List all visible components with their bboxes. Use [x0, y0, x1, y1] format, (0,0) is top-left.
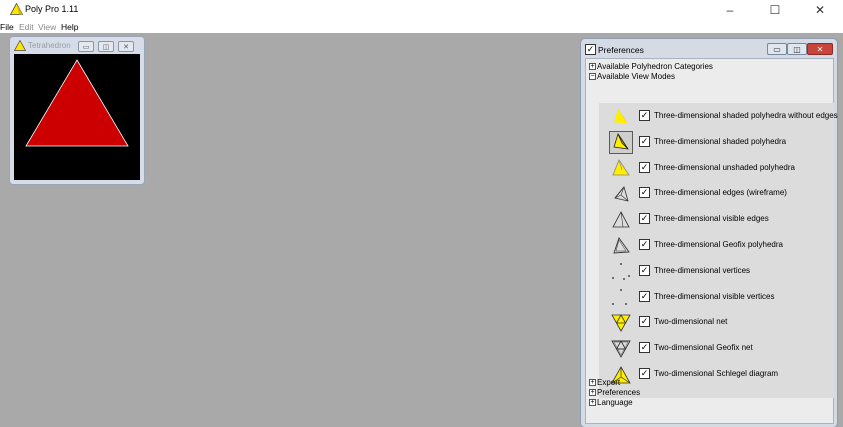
tree-item-language[interactable]: + Language	[589, 397, 633, 407]
tetrahedron-window-title: Tetrahedron	[28, 41, 71, 50]
view-mode-checkbox[interactable]: ✓	[639, 368, 650, 379]
view-mode-label: Two-dimensional net	[654, 317, 728, 327]
view-mode-checkbox[interactable]: ✓	[639, 264, 650, 276]
menu-file[interactable]: File	[0, 22, 14, 32]
view-mode-row[interactable]: ✓ Three-dimensional vertices	[599, 259, 834, 284]
app-logo-icon	[10, 3, 23, 15]
view-mode-label: Three-dimensional visible vertices	[654, 291, 775, 301]
preferences-minimize-button[interactable]: ▭	[767, 43, 787, 55]
preferences-tree-panel: + Available Polyhedron Categories − Avai…	[585, 58, 838, 424]
tetrahedron-close-button[interactable]: ✕	[118, 41, 134, 52]
view-mode-row[interactable]: ✓ Three-dimensional shaded polyhedra	[599, 130, 834, 155]
visible-vertices-icon[interactable]	[609, 286, 633, 309]
menu-help[interactable]: Help	[61, 22, 78, 32]
view-mode-checkbox[interactable]: ✓	[639, 290, 650, 302]
geofix-net-icon[interactable]	[609, 337, 633, 360]
view-mode-row[interactable]: ✓ Three-dimensional visible vertices	[599, 285, 834, 310]
view-mode-row[interactable]: ✓ Three-dimensional Geofix polyhedra	[599, 233, 834, 258]
menu-bar: File Edit View Help	[0, 21, 843, 33]
view-mode-label: Three-dimensional shaded polyhedra	[654, 136, 787, 146]
view-mode-checkbox[interactable]: ✓	[639, 239, 650, 250]
vertices-icon[interactable]	[609, 260, 633, 283]
tetrahedron-maximize-button[interactable]: ◫	[98, 41, 114, 52]
shaded-polyhedra-icon[interactable]	[609, 130, 633, 154]
minimize-button[interactable]: –	[713, 0, 747, 20]
view-mode-checkbox[interactable]: ✓	[639, 110, 650, 121]
menu-edit[interactable]: Edit	[19, 22, 34, 32]
tetrahedron-window[interactable]: Tetrahedron ▭ ◫ ✕	[9, 36, 145, 185]
tetrahedron-shape	[25, 59, 129, 147]
expand-plus-icon[interactable]: +	[589, 398, 596, 406]
view-mode-row[interactable]: ✓ Three-dimensional unshaded polyhedra	[599, 156, 834, 181]
view-mode-row[interactable]: ✓ Two-dimensional net	[599, 310, 834, 335]
view-mode-label: Three-dimensional visible edges	[654, 214, 769, 224]
view-mode-row[interactable]: ✓ Two-dimensional Schlegel diagram	[599, 362, 834, 387]
view-mode-label: Three-dimensional vertices	[654, 265, 751, 275]
view-mode-checkbox[interactable]: ✓	[639, 213, 650, 225]
tree-item-export[interactable]: + Export	[589, 377, 620, 387]
view-mode-row[interactable]: ✓ Three-dimensional shaded polyhedra with…	[599, 104, 838, 129]
expand-plus-icon[interactable]: +	[589, 62, 596, 70]
tree-item-label: Available View Modes	[597, 71, 675, 81]
view-mode-checkbox[interactable]: ✓	[639, 161, 650, 173]
tetrahedron-window-icon	[14, 40, 26, 51]
view-mode-checkbox[interactable]: ✓	[639, 135, 650, 147]
view-mode-checkbox[interactable]: ✓	[639, 342, 650, 354]
tree-item-label: Available Polyhedron Categories	[597, 61, 713, 71]
close-button[interactable]: ✕	[803, 0, 837, 20]
tree-item-label: Preferences	[597, 387, 641, 397]
view-mode-label: Two-dimensional Geofix net	[654, 343, 753, 353]
tree-item-polyhedron-categories[interactable]: + Available Polyhedron Categories	[589, 61, 713, 71]
app-title: Poly Pro 1.11	[25, 4, 79, 14]
view-mode-row[interactable]: ✓ Three-dimensional edges (wireframe)	[599, 181, 834, 206]
collapse-minus-icon[interactable]: −	[589, 72, 596, 80]
maximize-button[interactable]: ☐	[758, 0, 792, 20]
tetrahedron-minimize-button[interactable]: ▭	[78, 41, 94, 52]
tree-item-label: Export	[597, 377, 621, 387]
view-mode-label: Three-dimensional edges (wireframe)	[654, 188, 787, 198]
tree-item-view-modes[interactable]: − Available View Modes	[589, 71, 675, 81]
preferences-maximize-button[interactable]: ◫	[787, 43, 807, 55]
preferences-window-title: Preferences	[598, 45, 644, 55]
expand-plus-icon[interactable]: +	[589, 378, 596, 386]
shaded-no-edges-icon[interactable]	[609, 105, 633, 128]
title-bar: Poly Pro 1.11 – ☐ ✕	[0, 0, 843, 22]
geofix-polyhedra-icon[interactable]	[609, 234, 633, 257]
view-mode-row[interactable]: ✓ Two-dimensional Geofix net	[599, 336, 834, 361]
visible-edges-icon[interactable]	[609, 208, 633, 231]
view-mode-label: Three-dimensional shaded polyhedra witho…	[654, 111, 838, 120]
preferences-window-icon: ✓	[585, 44, 596, 55]
view-mode-label: Three-dimensional unshaded polyhedra	[654, 162, 795, 172]
preferences-window[interactable]: ✓ Preferences ▭ ◫ ✕ + Available Polyhedr…	[580, 38, 838, 427]
view-modes-list: ✓ Three-dimensional shaded polyhedra with…	[599, 103, 838, 398]
view-mode-row[interactable]: ✓ Three-dimensional visible edges	[599, 207, 834, 232]
unshaded-polyhedra-icon[interactable]	[609, 157, 633, 180]
tree-item-label: Language	[597, 397, 633, 407]
preferences-close-button[interactable]: ✕	[807, 43, 833, 55]
wireframe-icon[interactable]	[609, 182, 633, 205]
expand-plus-icon[interactable]: +	[589, 388, 596, 396]
view-mode-checkbox[interactable]: ✓	[639, 187, 650, 199]
view-mode-label: Two-dimensional Schlegel diagram	[654, 369, 779, 378]
net-icon[interactable]	[609, 311, 633, 334]
tetrahedron-viewport[interactable]	[14, 54, 140, 180]
tree-item-preferences[interactable]: + Preferences	[589, 387, 640, 397]
view-mode-label: Three-dimensional Geofix polyhedra	[654, 240, 783, 249]
view-mode-checkbox[interactable]: ✓	[639, 316, 650, 328]
menu-view[interactable]: View	[38, 22, 56, 32]
